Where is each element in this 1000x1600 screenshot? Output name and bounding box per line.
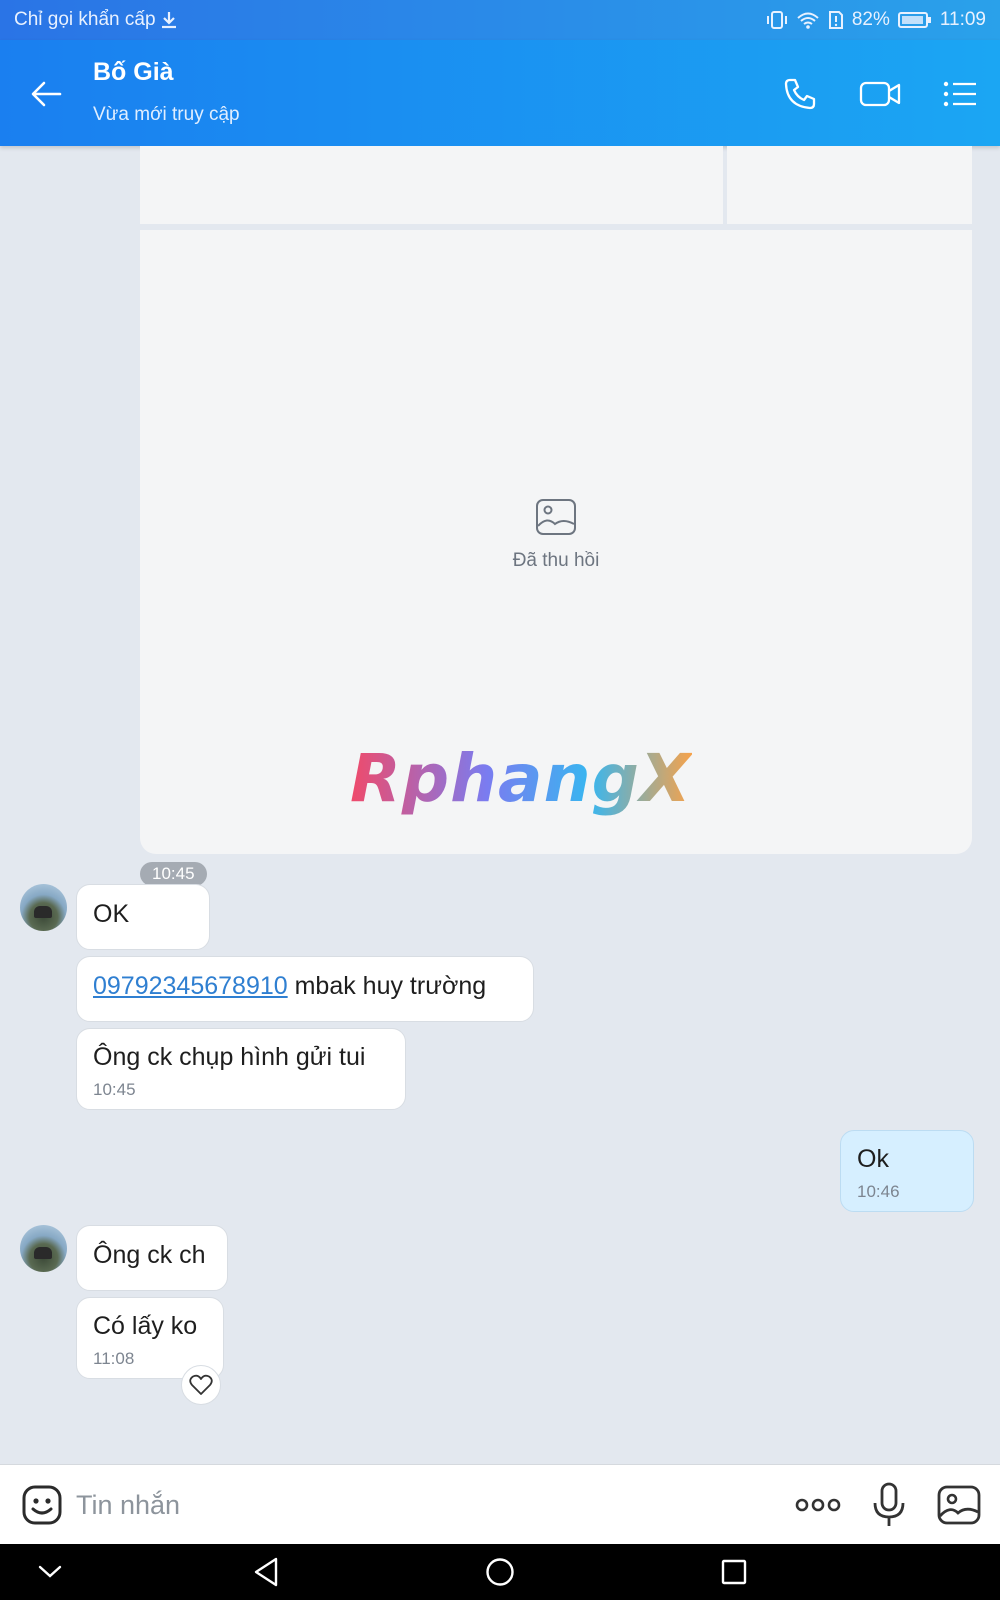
video-call-button[interactable] — [856, 70, 904, 118]
download-icon — [160, 10, 178, 30]
message-bubble[interactable]: Ông ck chụp hình gửi tui 10:45 — [76, 1028, 406, 1110]
back-triangle-icon — [254, 1557, 278, 1587]
send-image-button[interactable] — [936, 1483, 982, 1527]
battery-icon — [897, 11, 932, 29]
contact-name[interactable]: Bố Già — [93, 58, 174, 87]
message-bubble[interactable]: Ông ck ch — [76, 1225, 228, 1291]
image-thumbnail[interactable] — [140, 146, 723, 224]
nav-recents-button[interactable] — [712, 1552, 756, 1592]
emoji-icon — [22, 1485, 62, 1525]
message-time: 11:08 — [93, 1349, 135, 1368]
message-time: 10:46 — [857, 1182, 900, 1201]
options-menu-button[interactable] — [936, 70, 984, 118]
react-heart-button[interactable] — [181, 1365, 221, 1405]
more-options-button[interactable] — [794, 1487, 842, 1523]
list-menu-icon — [943, 81, 976, 107]
status-left-text: Chỉ gọi khẩn cấp — [14, 9, 156, 30]
avatar[interactable] — [20, 884, 67, 931]
nav-back-button[interactable] — [244, 1552, 288, 1592]
gallery-icon — [937, 1485, 981, 1525]
voice-message-button[interactable] — [868, 1481, 910, 1529]
recents-square-icon — [721, 1559, 747, 1585]
emoji-button[interactable] — [20, 1483, 64, 1527]
message-text: OK — [93, 900, 130, 928]
vibrate-icon — [766, 10, 788, 30]
timestamp-pill: 10:45 — [140, 862, 207, 886]
back-button[interactable] — [22, 70, 70, 118]
heart-icon — [189, 1374, 213, 1395]
home-circle-icon — [486, 1558, 514, 1586]
my-message-bubble[interactable]: Ok 10:46 — [840, 1130, 974, 1212]
recalled-image-message[interactable]: Đã thu hồi RphangX — [140, 230, 972, 854]
chat-header: Bố Già Vừa mới truy cập — [0, 40, 1000, 146]
last-seen-status: Vừa mới truy cập — [93, 104, 240, 125]
collapse-icon — [38, 1565, 62, 1578]
status-time: 11:09 — [939, 9, 986, 30]
phone-number-link[interactable]: 09792345678910 — [93, 972, 288, 1000]
sim-alert-icon — [828, 10, 844, 30]
message-text: Ông ck chụp hình gửi tui — [93, 1043, 366, 1071]
video-camera-icon — [859, 81, 901, 107]
message-input-bar — [0, 1464, 1000, 1544]
message-text: 09792345678910 mbak huy trường — [93, 972, 517, 1001]
voice-call-button[interactable] — [776, 70, 824, 118]
more-dots-icon — [795, 1498, 841, 1512]
chat-area[interactable]: Đã thu hồi RphangX 10:45 OK 097923456789… — [0, 146, 1000, 1464]
avatar[interactable] — [20, 1225, 67, 1272]
microphone-icon — [873, 1482, 905, 1526]
battery-percent: 82% — [851, 9, 890, 30]
message-time: 10:45 — [93, 1080, 136, 1099]
message-text: Ok — [857, 1145, 889, 1173]
phone-icon — [784, 78, 816, 110]
recalled-label: Đã thu hồi — [512, 550, 600, 571]
system-nav-bar — [0, 1544, 1000, 1600]
nav-home-button[interactable] — [478, 1552, 522, 1592]
watermark-logo: RphangX — [350, 740, 692, 817]
status-bar: Chỉ gọi khẩn cấp 82% 11:09 — [0, 0, 1000, 40]
message-bubble[interactable]: OK — [76, 884, 210, 950]
image-thumbnail[interactable] — [727, 146, 972, 224]
image-icon — [536, 499, 576, 535]
message-text: Có lấy ko — [93, 1312, 198, 1340]
message-text-tail: mbak huy trường — [287, 972, 487, 1000]
message-bubble[interactable]: 09792345678910 mbak huy trường — [76, 956, 534, 1022]
wifi-icon — [796, 10, 820, 30]
message-input[interactable] — [76, 1485, 676, 1525]
back-arrow-icon — [31, 81, 62, 107]
message-text: Ông ck ch — [93, 1241, 206, 1269]
collapse-button[interactable] — [28, 1552, 72, 1592]
